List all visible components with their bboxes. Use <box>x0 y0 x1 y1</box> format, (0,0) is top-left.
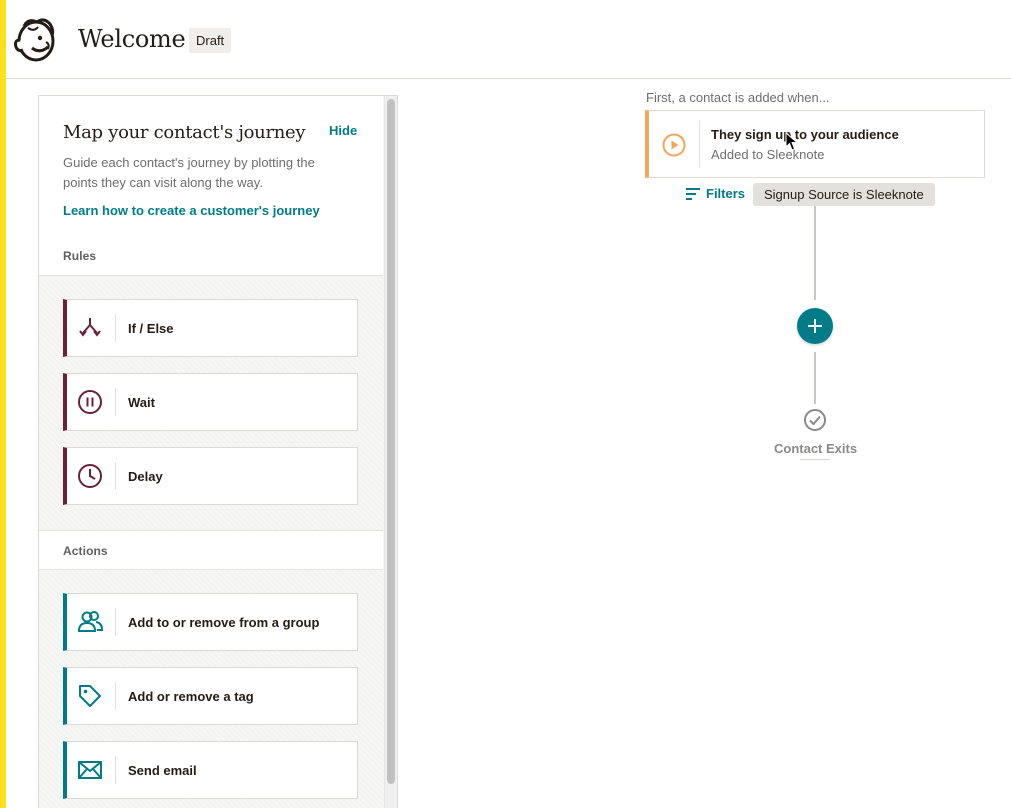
rule-card-delay[interactable]: Delay <box>63 447 358 505</box>
envelope-icon <box>78 761 102 779</box>
learn-journey-link[interactable]: Learn how to create a customer's journey <box>63 203 320 218</box>
journey-builder-panel: Map your contact's journey Hide Guide ea… <box>38 95 398 808</box>
trigger-card[interactable]: They sign up to your audience Added to S… <box>645 110 985 178</box>
card-divider <box>115 682 116 710</box>
card-divider <box>115 314 116 342</box>
rule-card-if-else[interactable]: If / Else <box>63 299 358 357</box>
mailchimp-logo-icon[interactable] <box>10 14 60 64</box>
app-header: Welcome Draft <box>6 0 1011 79</box>
rule-label: Delay <box>128 469 163 484</box>
check-circle-icon <box>804 409 826 431</box>
exit-divider <box>800 459 830 460</box>
group-icon <box>77 611 103 632</box>
play-circle-icon <box>662 133 686 157</box>
page-title: Welcome <box>78 25 186 53</box>
split-arrows-icon <box>79 318 101 337</box>
brand-strip <box>0 0 6 808</box>
tag-icon <box>79 685 101 707</box>
rules-section-title: Rules <box>63 249 97 263</box>
panel-heading: Map your contact's journey <box>63 122 306 143</box>
panel-scrollbar-thumb[interactable] <box>387 99 395 784</box>
trigger-subtitle: Added to Sleeknote <box>711 147 825 162</box>
card-divider <box>115 756 116 784</box>
card-divider <box>699 121 700 167</box>
filters-label: Filters <box>706 186 746 201</box>
clock-icon <box>78 464 102 488</box>
action-card-tag[interactable]: Add or remove a tag <box>63 667 358 725</box>
flow-connector <box>814 352 816 404</box>
action-card-email[interactable]: Send email <box>63 741 358 799</box>
mouse-cursor-icon <box>785 132 799 151</box>
rule-label: If / Else <box>128 321 174 336</box>
pause-icon <box>78 390 102 414</box>
filters-button[interactable]: Filters <box>686 186 745 201</box>
action-card-group[interactable]: Add to or remove from a group <box>63 593 358 651</box>
flow-connector <box>814 206 816 300</box>
card-divider <box>115 608 116 636</box>
rules-section-header: Rules <box>39 236 383 276</box>
action-label: Send email <box>128 763 197 778</box>
actions-section-header: Actions <box>39 530 383 570</box>
add-step-button[interactable] <box>797 308 833 344</box>
card-divider <box>115 388 116 416</box>
card-divider <box>115 462 116 490</box>
panel-intro: Map your contact's journey Hide Guide ea… <box>39 96 383 237</box>
trigger-caption: First, a contact is added when... <box>646 90 830 105</box>
hide-panel-link[interactable]: Hide <box>329 123 357 138</box>
rule-card-wait[interactable]: Wait <box>63 373 358 431</box>
trigger-title: They sign up to your audience <box>711 127 899 142</box>
rule-label: Wait <box>128 395 155 410</box>
status-badge: Draft <box>189 28 232 53</box>
panel-description: Guide each contact's journey by plotting… <box>63 155 315 190</box>
plus-icon <box>808 319 822 333</box>
action-label: Add to or remove from a group <box>128 615 320 630</box>
action-label: Add or remove a tag <box>128 689 254 704</box>
actions-section-title: Actions <box>63 544 108 558</box>
contact-exits-label: Contact Exits <box>774 441 858 456</box>
filter-lines-icon <box>686 187 700 200</box>
filter-chip[interactable]: Signup Source is Sleeknote <box>753 183 935 206</box>
